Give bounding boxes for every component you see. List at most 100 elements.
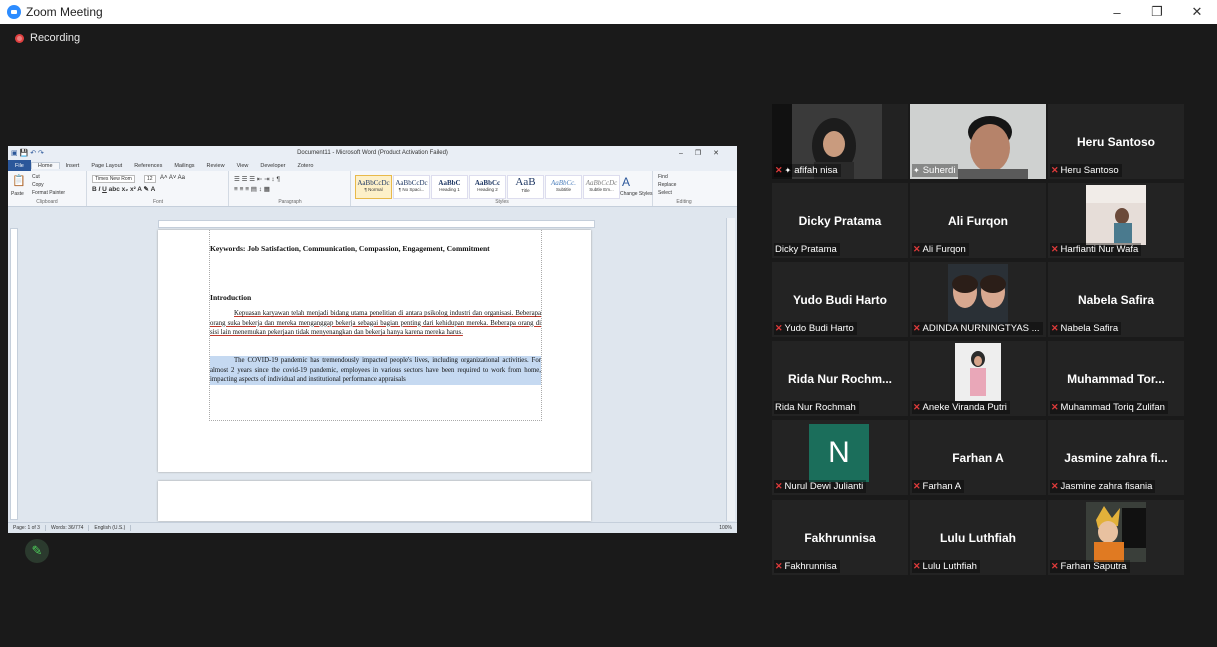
participant-tile[interactable]: ✦ Suherdi: [910, 104, 1046, 179]
participant-tile[interactable]: Lulu Luthfiah ✕ Lulu Luthfiah: [910, 500, 1046, 575]
muted-mic-icon: ✕: [913, 561, 921, 571]
participant-tile[interactable]: Farhan A ✕ Farhan A: [910, 420, 1046, 495]
participant-tile[interactable]: ✕ ✦ afifah nisa: [772, 104, 908, 179]
vertical-ruler[interactable]: [10, 228, 18, 520]
word-tab-page-layout[interactable]: Page Layout: [85, 163, 128, 169]
select-button[interactable]: Select: [658, 190, 672, 196]
word-count[interactable]: Words: 36/774: [46, 525, 90, 531]
participant-tile[interactable]: Heru Santoso ✕ Heru Santoso: [1048, 104, 1184, 179]
introduction-heading: Introduction: [210, 293, 252, 302]
participant-name: Nabela Safira: [1060, 323, 1119, 334]
style-normal[interactable]: AaBbCcDc ¶ Normal: [355, 175, 392, 199]
participant-name-label: ✕ Ali Furqon: [912, 243, 969, 256]
participant-name-label: ✕ Muhammad Toriq Zulifan: [1050, 401, 1168, 414]
participant-tile[interactable]: Yudo Budi Harto ✕ Yudo Budi Harto: [772, 262, 908, 337]
muted-mic-icon: ✕: [913, 323, 921, 333]
participant-name-label: ✕ Farhan A: [912, 480, 965, 493]
participant-name-label: ✕ Nabela Safira: [1050, 322, 1122, 335]
close-button[interactable]: ✕: [1177, 0, 1217, 24]
participant-name-label: ✕ Aneke Viranda Putri: [912, 401, 1010, 414]
font-format-icons[interactable]: B I U abc x₂ x² A ✎ A: [92, 185, 155, 193]
pin-icon: ✦: [913, 166, 920, 175]
word-tab-references[interactable]: References: [128, 163, 168, 169]
vertical-scrollbar[interactable]: [726, 218, 735, 521]
participant-tile[interactable]: ✕ Aneke Viranda Putri: [910, 341, 1046, 416]
muted-mic-icon: ✕: [1051, 561, 1059, 571]
participant-tile[interactable]: ✕ Farhan Saputra: [1048, 500, 1184, 575]
copy-button[interactable]: Copy: [32, 182, 44, 188]
paragraph-selected: The COVID-19 pandemic has tremendously i…: [210, 356, 541, 385]
muted-mic-icon: ✕: [1051, 244, 1059, 254]
style-heading-2[interactable]: AaBbCc Heading 2: [469, 175, 506, 199]
word-tab-developer[interactable]: Developer: [254, 163, 291, 169]
participant-name: Jasmine zahra fisania: [1060, 481, 1153, 492]
format-painter-button[interactable]: Format Painter: [32, 190, 65, 196]
style-subtitle[interactable]: AaBbCc. Subtitle: [545, 175, 582, 199]
participant-name-label: ✕ Lulu Luthfiah: [912, 560, 980, 573]
word-ribbon-tabs: File Home Insert Page Layout References …: [8, 160, 737, 171]
participant-tile[interactable]: Muhammad Tor... ✕ Muhammad Toriq Zulifan: [1048, 341, 1184, 416]
find-button[interactable]: Find: [658, 174, 668, 180]
document-page[interactable]: Keywords: Job Satisfaction, Communicatio…: [158, 230, 591, 472]
word-tab-zotero[interactable]: Zotero: [291, 163, 319, 169]
muted-mic-icon: ✕: [913, 244, 921, 254]
participant-tile[interactable]: Ali Furqon ✕ Ali Furqon: [910, 183, 1046, 258]
participant-tile[interactable]: Jasmine zahra fi... ✕ Jasmine zahra fisani…: [1048, 420, 1184, 495]
window-titlebar: Zoom Meeting – ❐ ✕: [0, 0, 1217, 24]
change-styles-icon: A: [622, 175, 631, 189]
style-title[interactable]: AaB Title: [507, 175, 544, 199]
style-heading-1[interactable]: AaBbC Heading 1: [431, 175, 468, 199]
horizontal-ruler[interactable]: [158, 220, 595, 228]
word-tab-home[interactable]: Home: [30, 162, 60, 169]
participant-name: Muhammad Toriq Zulifan: [1060, 402, 1165, 413]
language-status[interactable]: English (U.S.): [89, 525, 132, 531]
participant-name: Ali Furqon: [922, 244, 966, 255]
style-no-spacing[interactable]: AaBbCcDc ¶ No Spaci...: [393, 175, 430, 199]
minimize-button[interactable]: –: [1097, 0, 1137, 24]
participant-name: Rida Nur Rochmah: [775, 402, 856, 413]
window-title: Zoom Meeting: [26, 5, 103, 19]
shared-screen-word: ▣ 💾 ↶ ↷ Document11 - Microsoft Word (Pro…: [8, 146, 737, 533]
word-tab-file[interactable]: File: [8, 160, 31, 171]
participant-tile[interactable]: Rida Nur Rochm... Rida Nur Rochmah: [772, 341, 908, 416]
participant-name-label: ✦ Suherdi: [912, 164, 959, 177]
participant-name: Aneke Viranda Putri: [922, 402, 1007, 413]
recording-indicator[interactable]: Recording: [15, 32, 80, 44]
document-body[interactable]: Keywords: Job Satisfaction, Communicatio…: [209, 230, 542, 421]
participant-name: afifah nisa: [794, 165, 838, 176]
word-ribbon: 📋 Paste Cut Copy Format Painter Clipboar…: [8, 171, 737, 207]
participant-tile[interactable]: ✕ ADINDA NURNINGTYAS ...: [910, 262, 1046, 337]
participant-tile[interactable]: Nabela Safira ✕ Nabela Safira: [1048, 262, 1184, 337]
font-size-select[interactable]: 12: [144, 175, 156, 183]
cut-button[interactable]: Cut: [32, 174, 40, 180]
restore-button[interactable]: ❐: [1137, 0, 1177, 24]
participant-name-label: ✕ Harfianti Nur Wafa: [1050, 243, 1142, 256]
paragraph-group: ☰ ☰ ☰ ⇤ ⇥ ↕ ¶ ≡ ≡ ≡ ▤ ↕ ▦ Paragraph: [230, 171, 351, 206]
participant-name-label: ✕ Nurul Dewi Julianti: [774, 480, 867, 493]
zoom-level[interactable]: 100%: [714, 525, 737, 531]
paste-button[interactable]: Paste: [11, 191, 24, 197]
font-label: Font: [152, 199, 163, 205]
style-subtle-emphasis[interactable]: AaBbCcDc Subtle Em...: [583, 175, 620, 199]
word-tab-mailings[interactable]: Mailings: [168, 163, 200, 169]
participant-tile[interactable]: Fakhrunnisa ✕ Fakhrunnisa: [772, 500, 908, 575]
participant-tile[interactable]: Dicky Pratama Dicky Pratama: [772, 183, 908, 258]
participant-tile[interactable]: ✕ Harfianti Nur Wafa: [1048, 183, 1184, 258]
recording-label: Recording: [30, 32, 81, 44]
participant-tile[interactable]: N ✕ Nurul Dewi Julianti: [772, 420, 908, 495]
list-icons[interactable]: ☰ ☰ ☰ ⇤ ⇥ ↕ ¶: [234, 175, 280, 183]
muted-mic-icon: ✕: [913, 481, 921, 491]
font-grow-icon[interactable]: A˄ A˅ Aa: [160, 175, 185, 181]
word-tab-insert[interactable]: Insert: [60, 163, 86, 169]
font-name-select[interactable]: Times New Rom: [92, 175, 135, 183]
replace-button[interactable]: Replace: [658, 182, 676, 188]
word-tab-view[interactable]: View: [231, 163, 255, 169]
word-window-controls-icon: –❐✕: [678, 150, 731, 157]
word-tab-review[interactable]: Review: [201, 163, 231, 169]
page-count[interactable]: Page: 1 of 3: [8, 525, 46, 531]
document-page-2[interactable]: [158, 481, 591, 521]
window-controls: – ❐ ✕: [1097, 0, 1217, 24]
align-icons[interactable]: ≡ ≡ ≡ ▤ ↕ ▦: [234, 185, 270, 193]
annotate-pen-icon[interactable]: ✎: [25, 539, 49, 563]
change-styles-button[interactable]: Change Styles: [620, 191, 653, 197]
